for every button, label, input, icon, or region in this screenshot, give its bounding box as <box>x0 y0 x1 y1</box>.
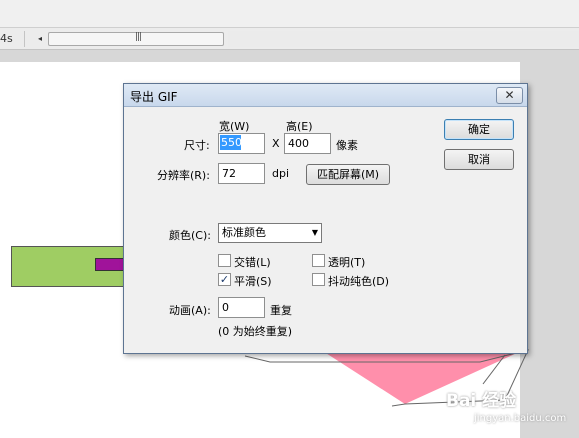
width-label: 宽(W) <box>219 120 250 133</box>
interlace-label[interactable]: 交错(L) <box>234 254 271 270</box>
purple-rectangle-shape <box>95 258 125 271</box>
smooth-label[interactable]: 平滑(S) <box>234 273 272 289</box>
color-select-value: 标准颜色 <box>222 226 266 239</box>
close-icon: ✕ <box>504 88 515 102</box>
checkmark-icon: ✓ <box>219 273 230 286</box>
animation-unit: 重复 <box>270 304 292 317</box>
resolution-unit: dpi <box>272 167 290 180</box>
animation-repeat-input[interactable] <box>218 297 265 318</box>
ok-button[interactable]: 确定 <box>444 119 514 140</box>
baidu-watermark: Bai 经验 <box>446 391 517 411</box>
color-label: 颜色(C): <box>169 229 211 242</box>
size-separator: X <box>272 137 280 150</box>
smooth-checkbox[interactable]: ✓ <box>218 273 231 286</box>
resolution-label: 分辨率(R): <box>157 169 210 182</box>
dither-label[interactable]: 抖动纯色(D) <box>328 273 389 289</box>
cancel-button[interactable]: 取消 <box>444 149 514 170</box>
close-button[interactable]: ✕ <box>496 87 523 104</box>
size-label: 尺寸: <box>184 139 210 152</box>
baidu-watermark-url: jingyan.baidu.com <box>474 413 567 424</box>
width-input[interactable] <box>218 133 265 154</box>
height-label: 高(E) <box>286 120 313 133</box>
resolution-input[interactable] <box>218 163 265 184</box>
color-select[interactable]: 标准颜色 ▼ <box>218 223 322 243</box>
transparent-checkbox[interactable] <box>312 254 325 267</box>
chevron-down-icon: ▼ <box>311 228 318 237</box>
dither-checkbox[interactable] <box>312 273 325 286</box>
size-unit: 像素 <box>336 139 358 152</box>
animation-hint: (0 为始终重复) <box>218 325 293 338</box>
animation-label: 动画(A): <box>169 304 211 317</box>
transparent-label[interactable]: 透明(T) <box>328 254 365 270</box>
height-input[interactable] <box>284 133 331 154</box>
dialog-titlebar[interactable]: 导出 GIF ✕ <box>124 84 527 107</box>
match-screen-button[interactable]: 匹配屏幕(M) <box>306 164 390 185</box>
interlace-checkbox[interactable] <box>218 254 231 267</box>
dialog-title: 导出 GIF <box>130 90 178 104</box>
